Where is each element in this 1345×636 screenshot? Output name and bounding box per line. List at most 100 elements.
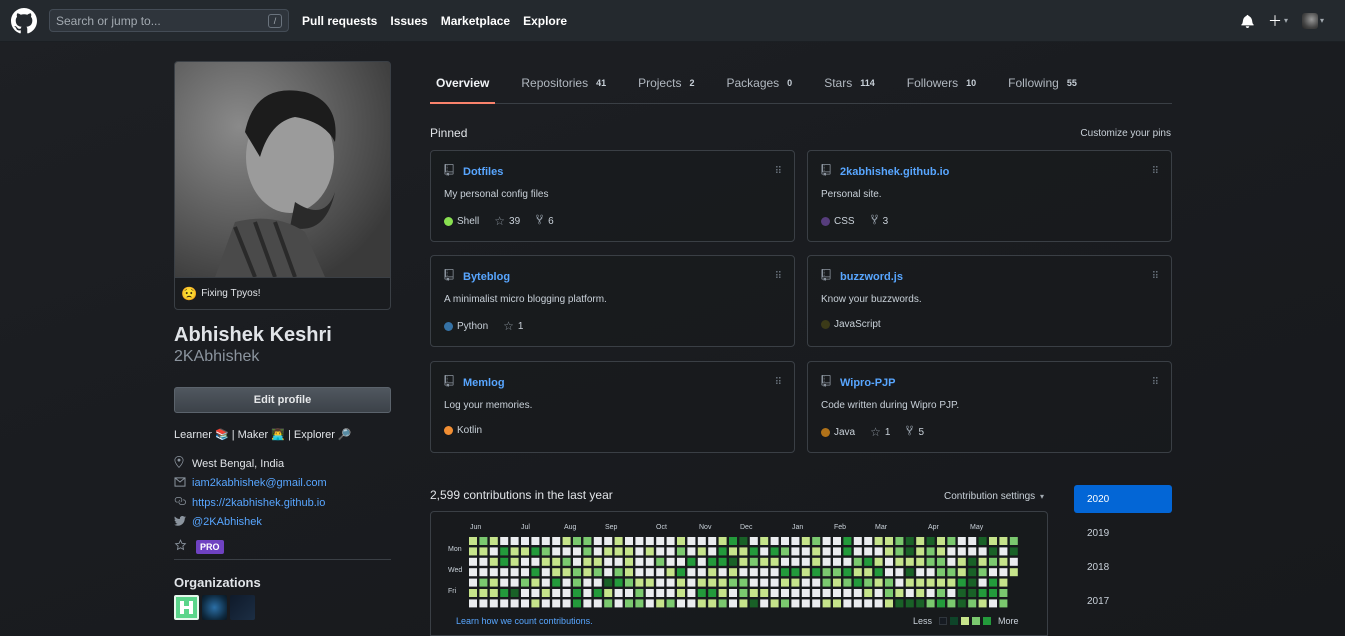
contribution-day[interactable] bbox=[822, 599, 831, 608]
contribution-day[interactable] bbox=[500, 599, 509, 608]
contribution-day[interactable] bbox=[749, 599, 758, 608]
contribution-day[interactable] bbox=[749, 578, 758, 587]
contribution-day[interactable] bbox=[916, 589, 925, 597]
plus-icon[interactable]: ＋ ▾ bbox=[1268, 11, 1288, 31]
contribution-day[interactable] bbox=[749, 547, 758, 556]
year-link[interactable]: 2017 bbox=[1074, 584, 1172, 618]
contribution-day[interactable] bbox=[864, 589, 873, 597]
contribution-day[interactable] bbox=[916, 537, 925, 545]
contribution-day[interactable] bbox=[531, 557, 540, 566]
contribution-day[interactable] bbox=[999, 547, 1008, 556]
contribution-day[interactable] bbox=[874, 599, 883, 608]
contribution-day[interactable] bbox=[812, 589, 821, 597]
contribution-day[interactable] bbox=[749, 557, 758, 566]
contribution-day[interactable] bbox=[614, 578, 623, 587]
contribution-day[interactable] bbox=[489, 537, 498, 545]
contribution-day[interactable] bbox=[937, 547, 945, 556]
contribution-day[interactable] bbox=[926, 589, 935, 597]
contribution-day[interactable] bbox=[677, 537, 685, 545]
contribution-day[interactable] bbox=[552, 547, 561, 556]
contribution-day[interactable] bbox=[510, 557, 519, 566]
contribution-day[interactable] bbox=[479, 557, 488, 566]
contribution-day[interactable] bbox=[749, 589, 758, 597]
pro-badge[interactable]: PRO bbox=[196, 540, 224, 554]
contribution-day[interactable] bbox=[957, 568, 966, 577]
contribution-day[interactable] bbox=[1009, 568, 1018, 577]
contribution-day[interactable] bbox=[510, 599, 519, 608]
contribution-day[interactable] bbox=[666, 537, 675, 545]
repo-forks[interactable]: 3 bbox=[870, 214, 888, 228]
contribution-day[interactable] bbox=[604, 547, 613, 556]
contribution-day[interactable] bbox=[739, 589, 748, 597]
contribution-day[interactable] bbox=[947, 537, 956, 545]
contribution-day[interactable] bbox=[593, 599, 602, 608]
contribution-day[interactable] bbox=[895, 599, 904, 608]
tab-repositories[interactable]: Repositories 41 bbox=[515, 62, 612, 103]
contribution-day[interactable] bbox=[833, 599, 841, 608]
contribution-day[interactable] bbox=[521, 537, 529, 545]
contribution-day[interactable] bbox=[541, 537, 550, 545]
year-link[interactable]: 2018 bbox=[1074, 550, 1172, 584]
contribution-day[interactable] bbox=[978, 599, 987, 608]
contribution-day[interactable] bbox=[968, 537, 977, 545]
contribution-day[interactable] bbox=[687, 599, 696, 608]
contribution-day[interactable] bbox=[749, 537, 758, 545]
contribution-day[interactable] bbox=[999, 599, 1008, 608]
contribution-day[interactable] bbox=[739, 568, 748, 577]
contribution-day[interactable] bbox=[791, 537, 800, 545]
contribution-day[interactable] bbox=[916, 547, 925, 556]
contribution-day[interactable] bbox=[697, 599, 706, 608]
contribution-day[interactable] bbox=[885, 557, 893, 566]
contribution-day[interactable] bbox=[822, 568, 831, 577]
contribution-day[interactable] bbox=[926, 557, 935, 566]
contribution-day[interactable] bbox=[552, 589, 561, 597]
drag-handle-icon[interactable]: ⠿ bbox=[775, 271, 782, 282]
contribution-day[interactable] bbox=[645, 578, 654, 587]
contribution-day[interactable] bbox=[687, 589, 696, 597]
contribution-day[interactable] bbox=[708, 547, 717, 556]
contribution-day[interactable] bbox=[801, 568, 810, 577]
contribution-day[interactable] bbox=[708, 557, 717, 566]
contribution-day[interactable] bbox=[926, 547, 935, 556]
twitter-link[interactable]: @2KAbhishek bbox=[192, 516, 262, 528]
star-icon[interactable] bbox=[174, 539, 187, 555]
contribution-day[interactable] bbox=[614, 537, 623, 545]
contribution-day[interactable] bbox=[895, 578, 904, 587]
contribution-day[interactable] bbox=[770, 537, 779, 545]
contribution-day[interactable] bbox=[635, 578, 644, 587]
contribution-day[interactable] bbox=[781, 547, 789, 556]
contribution-day[interactable] bbox=[614, 568, 623, 577]
contribution-settings-dropdown[interactable]: Contribution settings ▾ bbox=[944, 491, 1044, 502]
contribution-day[interactable] bbox=[729, 568, 737, 577]
contribution-day[interactable] bbox=[968, 568, 977, 577]
contribution-day[interactable] bbox=[1009, 537, 1018, 545]
contribution-day[interactable] bbox=[645, 589, 654, 597]
contribution-day[interactable] bbox=[697, 568, 706, 577]
contribution-day[interactable] bbox=[677, 557, 685, 566]
github-logo-icon[interactable] bbox=[11, 7, 37, 34]
contribution-day[interactable] bbox=[687, 568, 696, 577]
contribution-day[interactable] bbox=[937, 557, 945, 566]
contribution-day[interactable] bbox=[687, 557, 696, 566]
contribution-day[interactable] bbox=[666, 578, 675, 587]
contribution-day[interactable] bbox=[791, 589, 800, 597]
contribution-day[interactable] bbox=[989, 547, 997, 556]
contribution-day[interactable] bbox=[614, 599, 623, 608]
contribution-day[interactable] bbox=[521, 547, 529, 556]
contribution-day[interactable] bbox=[562, 547, 571, 556]
contribution-day[interactable] bbox=[510, 578, 519, 587]
contribution-day[interactable] bbox=[1009, 557, 1018, 566]
contribution-day[interactable] bbox=[874, 568, 883, 577]
contribution-day[interactable] bbox=[697, 537, 706, 545]
contribution-day[interactable] bbox=[677, 589, 685, 597]
contribution-day[interactable] bbox=[895, 568, 904, 577]
repo-name-link[interactable]: Byteblog bbox=[463, 271, 510, 283]
tab-followers[interactable]: Followers 10 bbox=[901, 62, 982, 103]
tab-packages[interactable]: Packages 0 bbox=[720, 62, 798, 103]
contribution-day[interactable] bbox=[500, 578, 509, 587]
contribution-day[interactable] bbox=[510, 547, 519, 556]
contribution-day[interactable] bbox=[573, 547, 581, 556]
contribution-day[interactable] bbox=[469, 589, 477, 597]
contribution-day[interactable] bbox=[760, 568, 769, 577]
contribution-day[interactable] bbox=[739, 547, 748, 556]
